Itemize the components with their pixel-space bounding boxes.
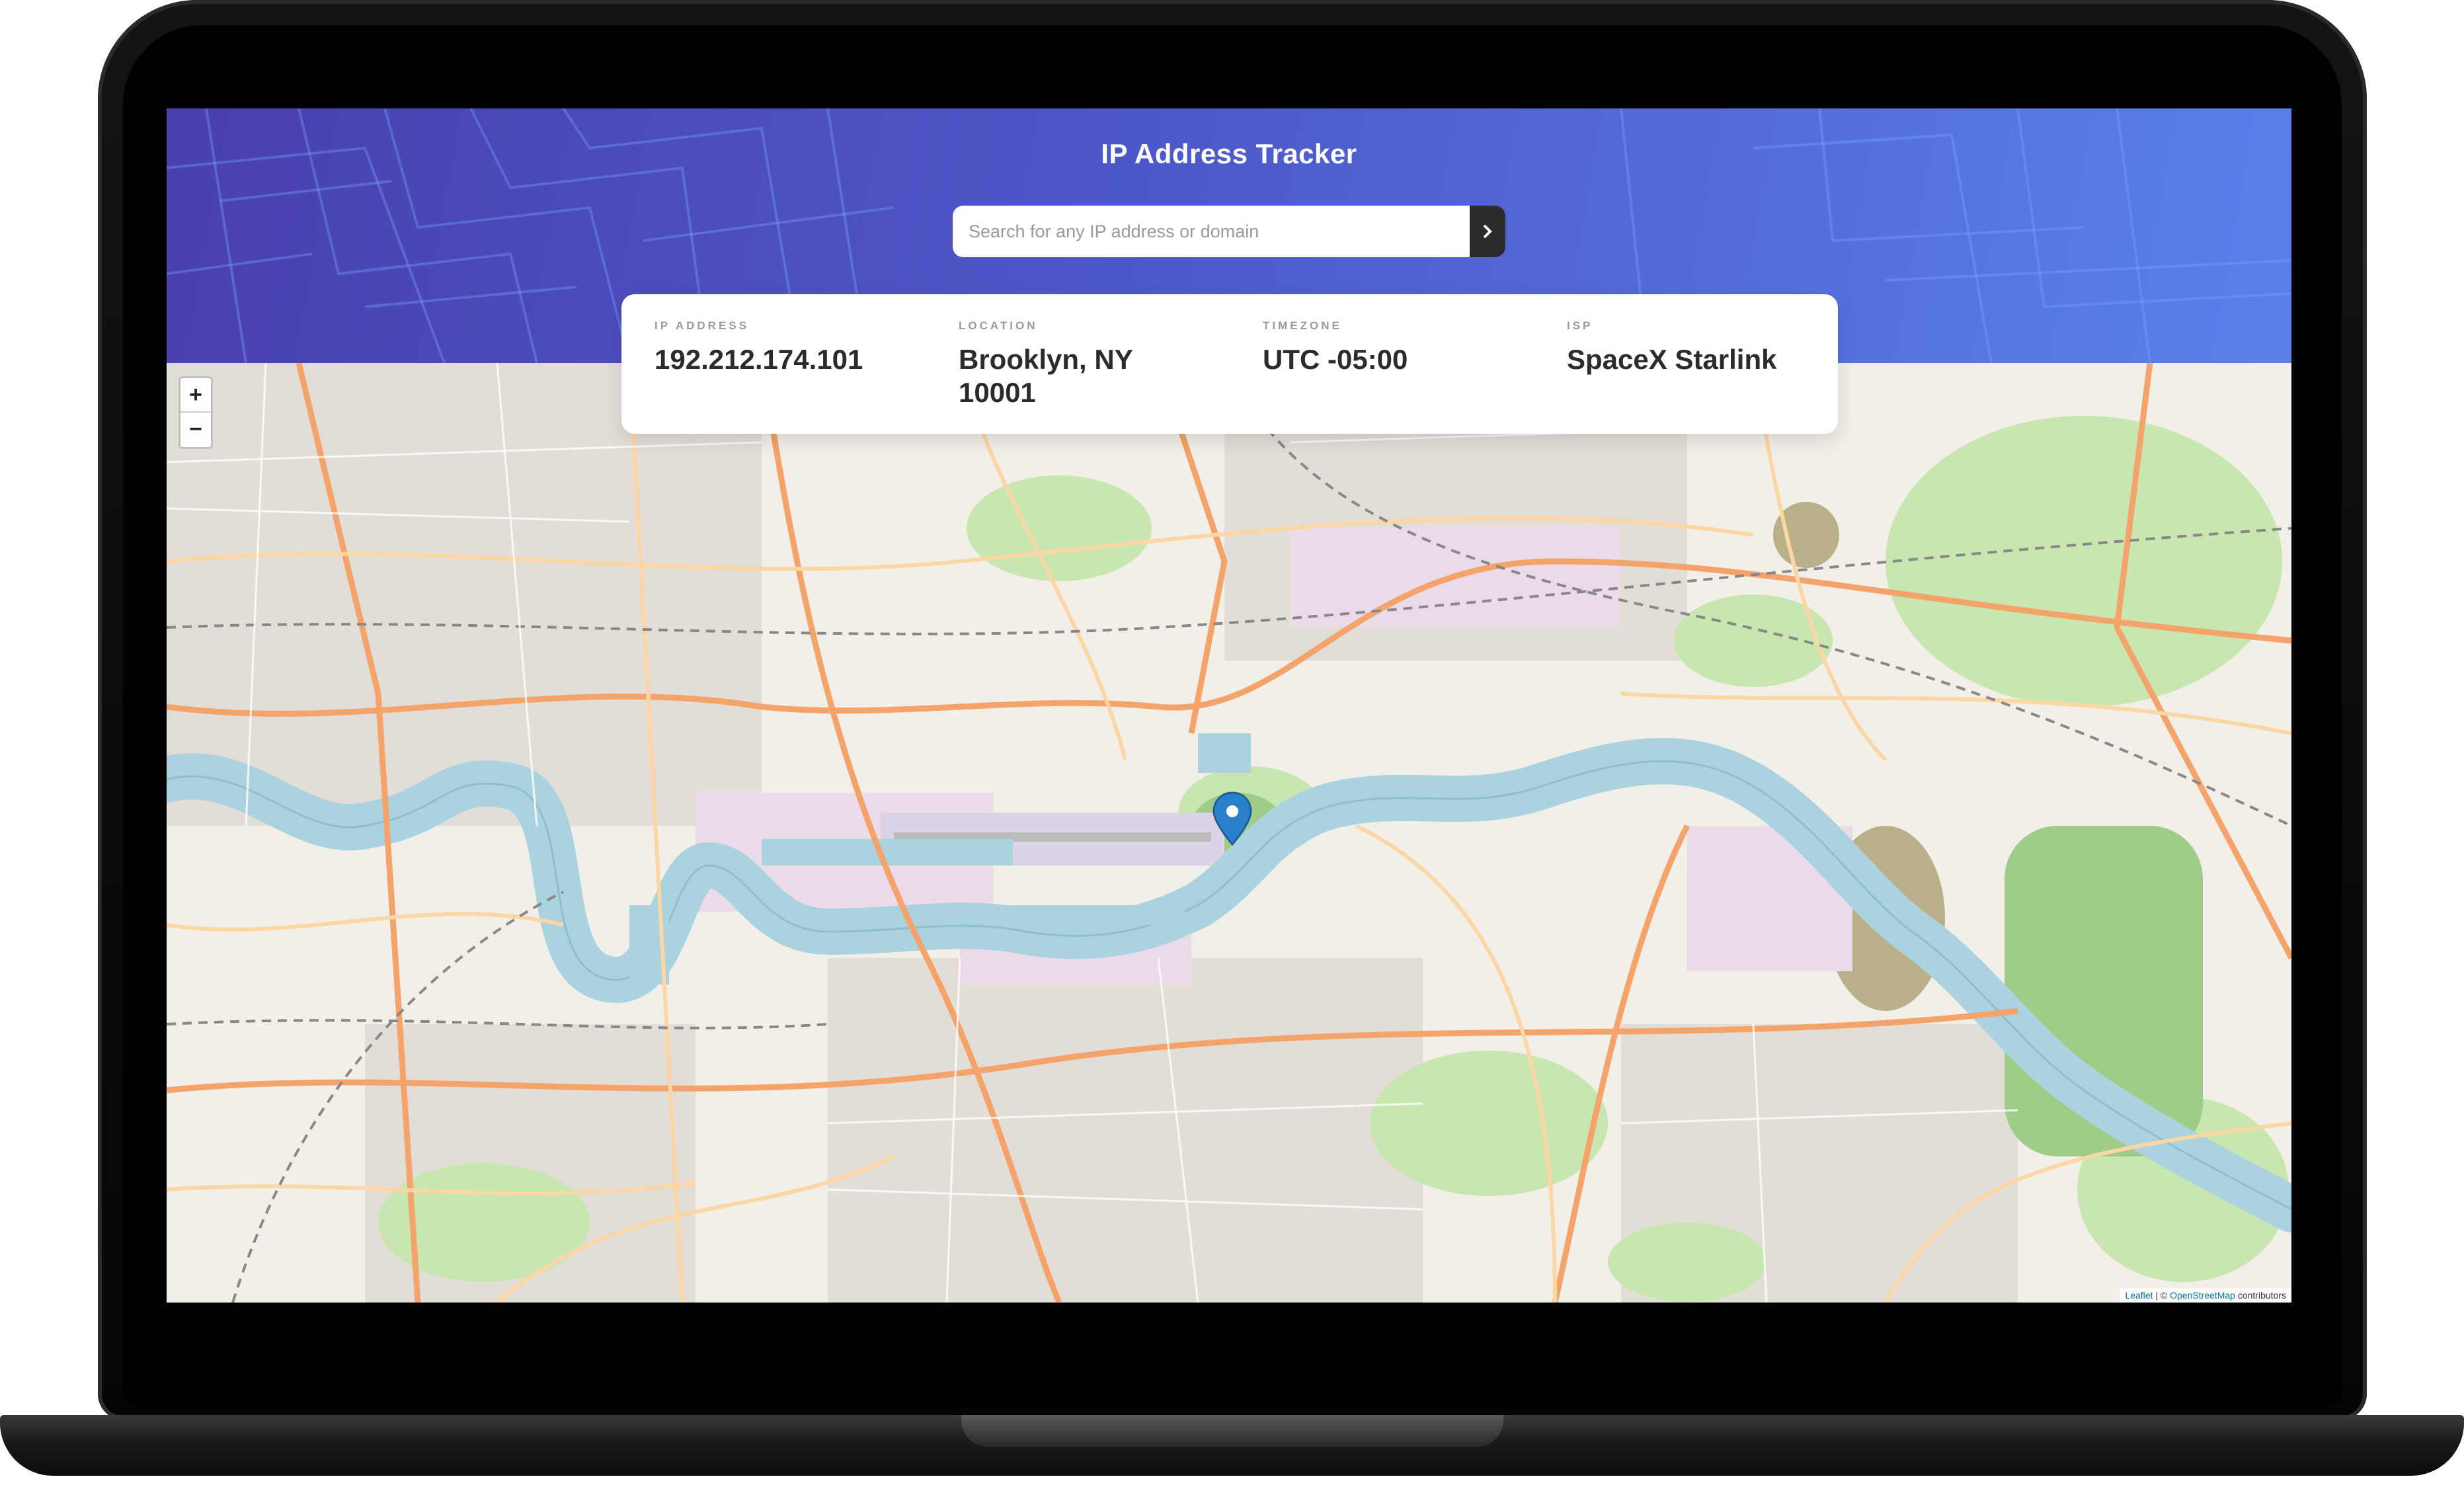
- chevron-right-icon: [1483, 224, 1492, 239]
- map-view[interactable]: + − Leaflet | © OpenStreetMap contributo…: [167, 363, 2291, 1303]
- info-label: TIMEZONE: [1263, 319, 1342, 332]
- timezone-value: UTC -05:00: [1263, 344, 1408, 375]
- map-attribution: Leaflet | © OpenStreetMap contributors: [2120, 1288, 2291, 1303]
- app-screen: IP Address Tracker IP ADDRESS 192.212.17…: [167, 108, 2291, 1303]
- info-location: LOCATION Brooklyn, NY 10001: [959, 319, 1157, 410]
- info-ip-address: IP ADDRESS 192.212.174.101: [655, 319, 932, 376]
- ip-info-card: IP ADDRESS 192.212.174.101 LOCATION Broo…: [621, 294, 1838, 434]
- attribution-suffix: contributors: [2235, 1290, 2286, 1301]
- info-timezone: TIMEZONE UTC -05:00: [1263, 319, 1540, 376]
- osm-link[interactable]: OpenStreetMap: [2170, 1290, 2235, 1301]
- info-label: IP ADDRESS: [655, 319, 749, 332]
- info-isp: ISP SpaceX Starlink: [1567, 319, 1845, 376]
- ip-address-value: 192.212.174.101: [655, 344, 863, 375]
- info-label: ISP: [1567, 319, 1593, 332]
- isp-value: SpaceX Starlink: [1567, 344, 1777, 375]
- attribution-separator: | ©: [2153, 1290, 2170, 1301]
- search-input[interactable]: [953, 206, 1470, 257]
- leaflet-link[interactable]: Leaflet: [2125, 1290, 2153, 1301]
- info-label: LOCATION: [959, 319, 1038, 332]
- zoom-in-button[interactable]: +: [180, 378, 211, 411]
- map-tiles[interactable]: [167, 363, 2291, 1303]
- search-bar: [953, 206, 1505, 257]
- zoom-control: + −: [179, 376, 213, 449]
- laptop-base-notch: [961, 1415, 1503, 1447]
- search-button[interactable]: [1470, 206, 1505, 257]
- zoom-out-button[interactable]: −: [180, 411, 211, 446]
- location-value: Brooklyn, NY 10001: [959, 344, 1133, 409]
- page-title: IP Address Tracker: [1101, 138, 1357, 169]
